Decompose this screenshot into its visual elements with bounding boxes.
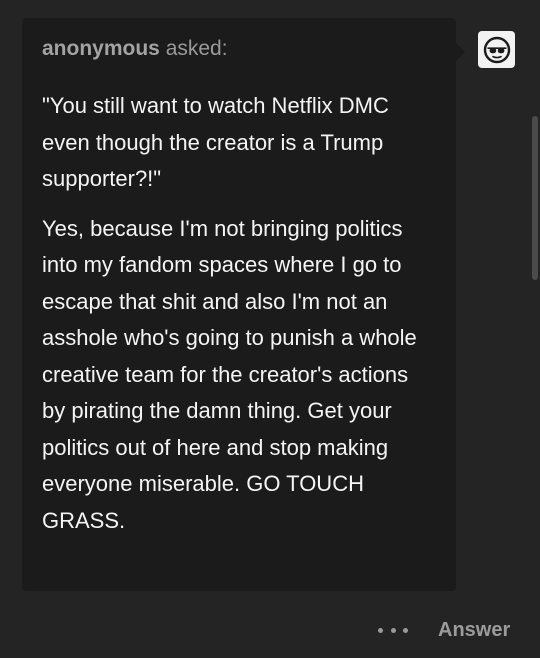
more-dots-icon [403, 627, 408, 633]
ask-post-view: anonymous asked: "You still want to watc… [0, 0, 540, 658]
asker-line: anonymous asked: [42, 36, 436, 62]
ask-answer: Yes, because I'm not bringing politics i… [42, 215, 417, 533]
more-options-button[interactable] [378, 619, 408, 641]
asker-name: anonymous [42, 37, 160, 60]
scrollbar[interactable] [530, 0, 540, 600]
asked-label: asked: [165, 37, 228, 60]
post-footer: Answer [0, 612, 540, 652]
ask-question: "You still want to watch Netflix DMC eve… [42, 93, 389, 191]
ask-bubble: anonymous asked: "You still want to watc… [22, 18, 465, 591]
sunglasses-face-icon [483, 36, 510, 63]
more-dots-icon [390, 627, 396, 633]
avatar[interactable] [478, 31, 515, 68]
more-dots-icon [378, 627, 383, 633]
scrollbar-thumb[interactable] [532, 116, 538, 280]
answer-button[interactable]: Answer [438, 618, 510, 642]
